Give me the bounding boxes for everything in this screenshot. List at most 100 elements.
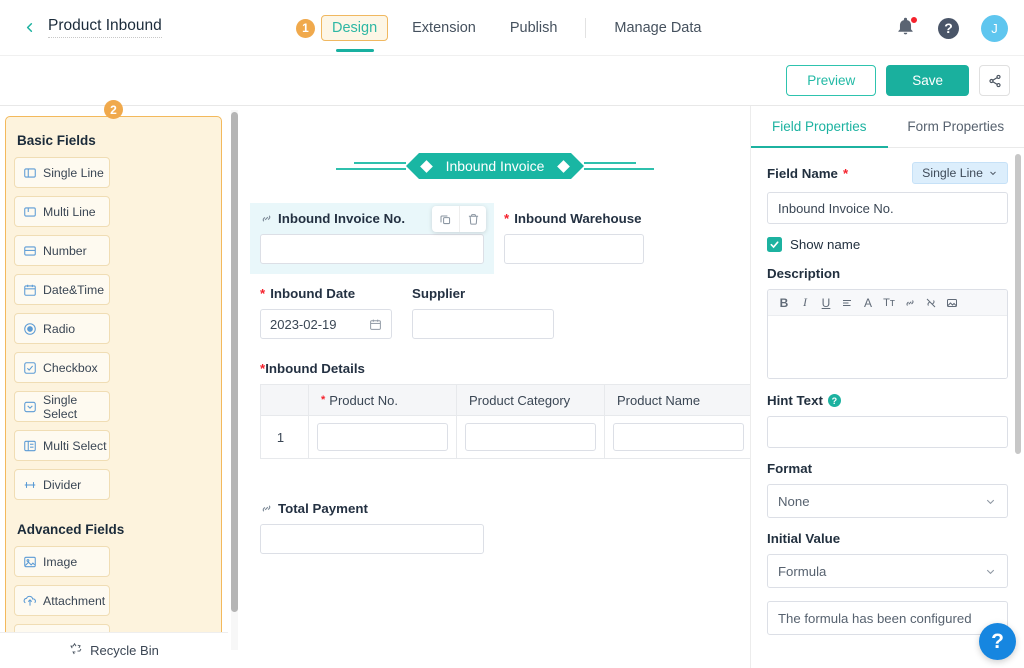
show-name-label: Show name — [790, 237, 861, 252]
text-color-icon[interactable]: A — [859, 293, 877, 313]
subform-label: *Inbound Details — [260, 361, 740, 376]
initial-value-select[interactable]: Formula — [767, 554, 1008, 588]
field-toolbar — [432, 206, 486, 232]
rte-toolbar: B I U A Tт — [768, 290, 1007, 316]
italic-icon[interactable]: I — [796, 293, 814, 313]
top-navigation-bar: Product Inbound 1 Design Extension Publi… — [0, 0, 1024, 56]
field-inbound-warehouse[interactable]: * Inbound Warehouse — [494, 203, 654, 274]
chevron-down-icon — [984, 495, 997, 508]
palette-group-title-basic: Basic Fields — [17, 133, 96, 148]
field-palette-panel: Basic Fields Single Line Multi Line Numb… — [5, 116, 222, 637]
field-chip-label: Number — [43, 243, 87, 258]
tab-field-properties[interactable]: Field Properties — [751, 106, 888, 148]
notifications-button[interactable] — [896, 16, 918, 39]
field-type-dropdown[interactable]: Single Line — [912, 162, 1008, 184]
preview-button[interactable]: Preview — [786, 65, 877, 96]
sidebar-scrollbar-thumb[interactable] — [231, 112, 238, 612]
align-icon[interactable] — [838, 293, 856, 313]
product-no-input[interactable] — [317, 423, 448, 451]
calendar-icon[interactable] — [369, 318, 382, 331]
formula-link-icon — [260, 212, 273, 225]
show-name-checkbox-row[interactable]: Show name — [767, 237, 1008, 252]
field-name-row: Field Name * Single Line — [767, 162, 1008, 184]
tab-manage-data[interactable]: Manage Data — [604, 16, 711, 40]
field-inbound-date[interactable]: * Inbound Date 2023-02-19 — [250, 278, 402, 349]
step-badge-2: 2 — [104, 100, 123, 119]
product-name-input[interactable] — [613, 423, 744, 451]
field-chip-label: Multi Line — [43, 204, 96, 219]
avatar[interactable]: J — [981, 14, 1008, 42]
properties-body: Field Name * Single Line Inbound Invoice… — [751, 148, 1024, 668]
hint-text-label-text: Hint Text — [767, 393, 823, 408]
form-designer-app: Product Inbound 1 Design Extension Publi… — [0, 0, 1024, 668]
field-total-payment[interactable]: Total Payment — [250, 501, 740, 554]
description-editor-area[interactable] — [768, 316, 1007, 378]
field-chip-radio[interactable]: Radio — [14, 313, 110, 344]
chevron-down-icon — [984, 565, 997, 578]
help-circle-icon[interactable]: ? — [827, 394, 841, 407]
formula-status-field[interactable]: The formula has been configured — [767, 601, 1008, 635]
field-chip-single-line[interactable]: Single Line — [14, 157, 110, 188]
copy-field-button[interactable] — [432, 206, 459, 232]
field-chip-multi-select[interactable]: Multi Select — [14, 430, 110, 461]
format-select[interactable]: None — [767, 484, 1008, 518]
share-button[interactable] — [979, 65, 1010, 96]
form-row-1: Inbound Invoice No. * Inbound Warehouse — [250, 203, 740, 274]
product-category-input[interactable] — [465, 423, 596, 451]
table-cell-product-no[interactable] — [309, 416, 457, 458]
main-tabs: 1 Design Extension Publish Manage Data — [296, 0, 711, 56]
multi-select-icon — [23, 439, 37, 453]
recycle-bin-button[interactable]: Recycle Bin — [0, 632, 228, 668]
hint-text-input[interactable] — [767, 416, 1008, 448]
back-button[interactable] — [14, 13, 44, 43]
palette-group-advanced: Image Attachment SubForm RelatedQuery Re… — [14, 546, 213, 636]
bold-icon[interactable]: B — [775, 293, 793, 313]
form-canvas: Inbound Invoice Inbound Invoice No. * In… — [240, 106, 750, 668]
page-title[interactable]: Product Inbound — [48, 17, 162, 38]
inbound-details-table[interactable]: * Product No. Product Category Product Na… — [260, 384, 750, 459]
field-chip-divider[interactable]: Divider — [14, 469, 110, 500]
save-button[interactable]: Save — [886, 65, 969, 96]
check-icon — [770, 241, 779, 249]
image-icon[interactable] — [943, 293, 961, 313]
tab-extension[interactable]: Extension — [402, 16, 486, 40]
section-divider-inbound-invoice[interactable]: Inbound Invoice — [250, 151, 740, 181]
tab-publish[interactable]: Publish — [500, 16, 568, 40]
show-name-checkbox[interactable] — [767, 237, 782, 252]
field-chip-attachment[interactable]: Attachment — [14, 585, 110, 616]
sidebar-scrollbar[interactable] — [231, 110, 238, 650]
link-icon[interactable] — [901, 293, 919, 313]
field-inbound-invoice-no[interactable]: Inbound Invoice No. — [250, 203, 494, 274]
field-chip-multi-line[interactable]: Multi Line — [14, 196, 110, 227]
properties-scrollbar[interactable] — [1015, 154, 1021, 654]
multi-line-icon — [23, 205, 37, 219]
field-chip-label: Multi Select — [43, 438, 107, 453]
table-cell-product-category[interactable] — [457, 416, 605, 458]
description-rich-text-editor[interactable]: B I U A Tт — [767, 289, 1008, 379]
field-chip-single-select[interactable]: Single Select — [14, 391, 110, 422]
table-cell-product-name[interactable] — [605, 416, 750, 458]
field-chip-date-time[interactable]: Date&Time — [14, 274, 110, 305]
field-supplier[interactable]: Supplier — [402, 278, 564, 349]
inbound-date-input[interactable]: 2023-02-19 — [260, 309, 392, 339]
help-fab-button[interactable]: ? — [979, 623, 1016, 660]
font-size-icon[interactable]: Tт — [880, 293, 898, 313]
field-chip-number[interactable]: Number — [14, 235, 110, 266]
subform-label-text: Inbound Details — [265, 361, 365, 376]
delete-field-button[interactable] — [459, 206, 486, 232]
tab-design[interactable]: Design — [321, 15, 389, 52]
help-button[interactable]: ? — [938, 17, 959, 39]
inbound-warehouse-select[interactable] — [504, 234, 644, 264]
unlink-icon[interactable] — [922, 293, 940, 313]
field-name-input[interactable]: Inbound Invoice No. — [767, 192, 1008, 224]
inbound-invoice-no-input[interactable] — [260, 234, 484, 264]
tab-form-properties[interactable]: Form Properties — [888, 106, 1024, 147]
field-chip-label: Attachment — [43, 593, 106, 608]
divider-decoration-left — [336, 162, 406, 170]
supplier-input[interactable] — [412, 309, 554, 339]
properties-scrollbar-thumb[interactable] — [1015, 154, 1021, 454]
total-payment-input[interactable] — [260, 524, 484, 554]
underline-icon[interactable]: U — [817, 293, 835, 313]
field-chip-checkbox[interactable]: Checkbox — [14, 352, 110, 383]
field-chip-image[interactable]: Image — [14, 546, 110, 577]
